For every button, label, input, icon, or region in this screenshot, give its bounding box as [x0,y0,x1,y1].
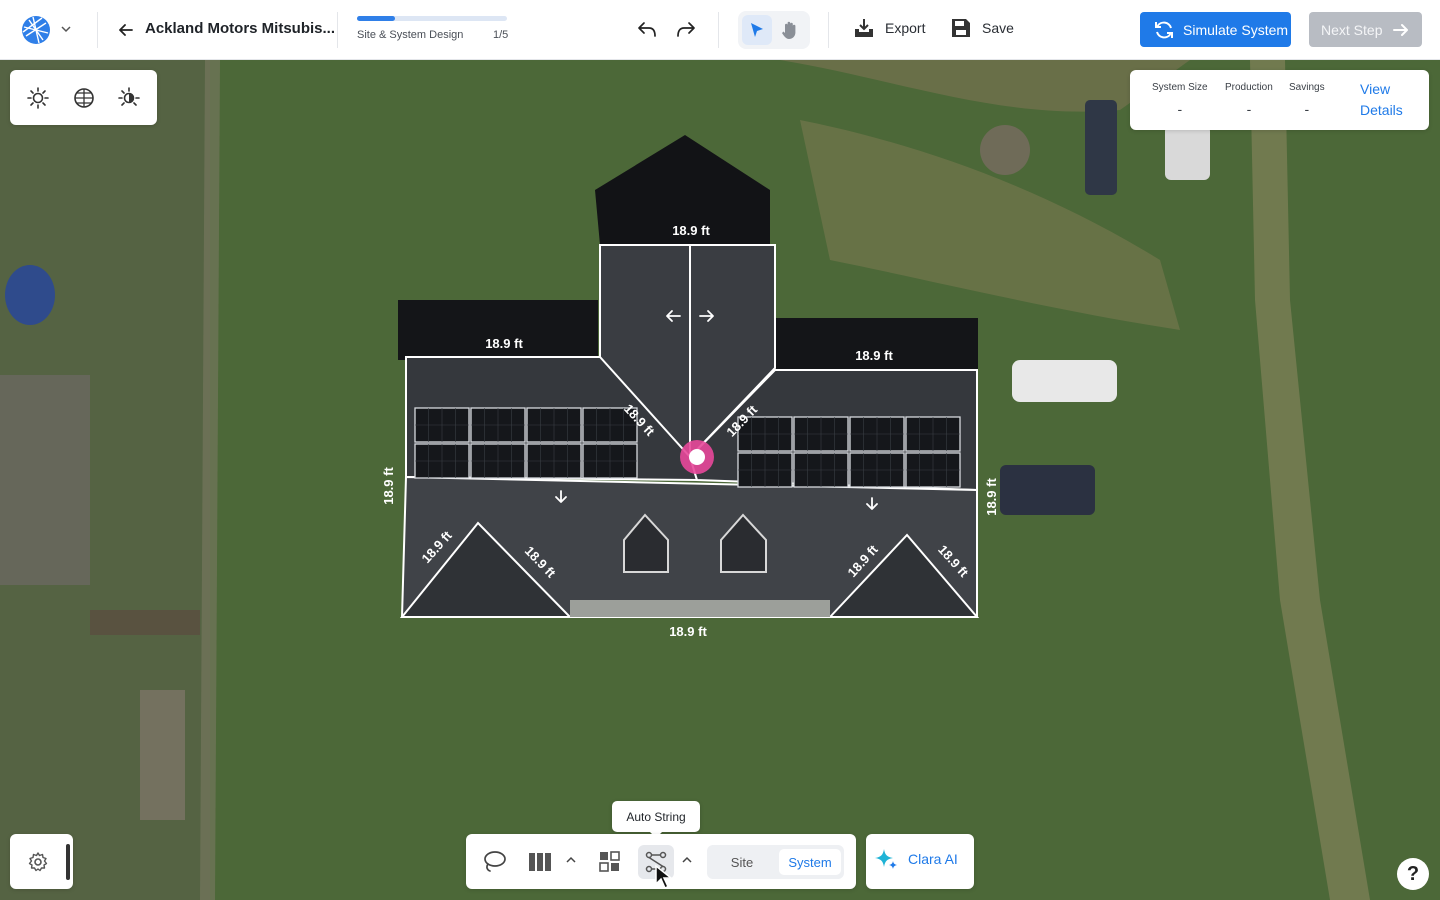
select-pointer-icon[interactable] [747,20,767,40]
chevron-up-icon[interactable] [681,855,693,865]
stat-label: System Size [1152,82,1208,93]
divider [718,12,719,48]
toggle-system[interactable]: System [779,849,841,875]
next-step-button[interactable]: Next Step [1309,12,1422,47]
app-logo-icon[interactable] [20,14,52,46]
simulate-label: Simulate System [1183,21,1289,38]
dimension-label-east-top: 18.9 ft [855,348,893,363]
divider [337,12,338,48]
stat-label: Production [1225,82,1273,93]
toggle-site[interactable]: Site [711,849,773,875]
auto-string-tooltip: Auto String [612,801,700,838]
save-button[interactable]: Save [950,17,1014,39]
export-label: Export [885,20,926,36]
save-label: Save [982,20,1014,36]
top-bar: Ackland Motors Mitsubis... Site & System… [0,0,1440,60]
panel-grid-edit-icon[interactable] [598,850,622,874]
dimension-label-top: 18.9 ft [672,223,710,238]
map-drawing[interactable]: 18.9 ft 18.9 ft 18.9 ft 18.9 ft 18.9 ft … [0,60,1440,900]
undo-icon[interactable] [635,17,659,41]
porch [570,600,830,617]
step-label: Site & System Design [357,29,464,41]
parked-car [1012,360,1117,402]
pan-hand-icon[interactable] [779,19,801,41]
mouse-cursor-icon [655,864,674,890]
stat-value: - [1246,101,1252,117]
dimension-label-west-top: 18.9 ft [485,336,523,351]
stat-system-size: System Size - [1152,82,1208,117]
clara-ai-button[interactable]: Clara AI [874,847,958,871]
redo-icon[interactable] [674,17,698,41]
step-progress-fill [357,16,395,21]
stat-value: - [1304,101,1310,117]
parked-car [1000,465,1095,515]
download-icon [855,19,873,37]
satellite-map-canvas[interactable]: 18.9 ft 18.9 ft 18.9 ft 18.9 ft 18.9 ft … [0,60,1440,900]
project-title[interactable]: Ackland Motors Mitsubis... [145,20,335,37]
step-count: 1/5 [493,29,509,41]
chevron-up-icon[interactable] [565,855,577,865]
stat-value: - [1177,101,1183,117]
panel-handle[interactable] [66,844,70,880]
stat-label: Savings [1289,82,1325,93]
settings-panel [10,834,73,889]
roof-shadow [398,300,598,360]
sun-icon[interactable] [26,86,50,110]
globe-grid-icon[interactable] [72,86,96,110]
arrow-right-icon [1393,23,1409,36]
lasso-icon[interactable] [481,849,507,875]
next-step-label: Next Step [1321,21,1383,38]
parked-truck [1085,100,1117,195]
debris-pile [980,125,1030,175]
panel-columns-icon[interactable] [528,852,552,872]
parked-car [1165,125,1210,180]
divider [97,12,98,48]
dimension-label-left: 18.9 ft [381,467,396,505]
roof-shadow [775,318,978,372]
sparkle-icon [875,849,897,869]
shed-roof [140,690,185,820]
stat-production: Production - [1225,82,1273,117]
blue-tarp [5,265,55,325]
view-details-link[interactable]: View Details [1360,79,1420,121]
dimension-label-bottom: 18.9 ft [669,624,707,639]
shed-roof [90,610,200,635]
divider [828,12,829,48]
stat-savings: Savings - [1289,82,1325,117]
simulate-system-button[interactable]: Simulate System [1140,12,1291,47]
export-button[interactable]: Export [853,17,925,39]
shade-sun-icon[interactable] [117,86,141,110]
chevron-down-icon[interactable] [60,22,72,36]
help-button[interactable]: ? [1397,858,1429,890]
dimension-label-right: 18.9 ft [984,478,999,516]
floppy-disk-icon [952,19,970,37]
view-mode-panel [10,70,157,125]
refresh-icon [1155,21,1173,38]
step-progress-bar [357,16,507,21]
gear-icon[interactable] [27,851,49,873]
clara-ai-label: Clara AI [908,851,958,867]
back-arrow-icon[interactable] [115,19,137,41]
location-pin-marker[interactable] [680,440,714,474]
shed-roof [0,375,90,585]
